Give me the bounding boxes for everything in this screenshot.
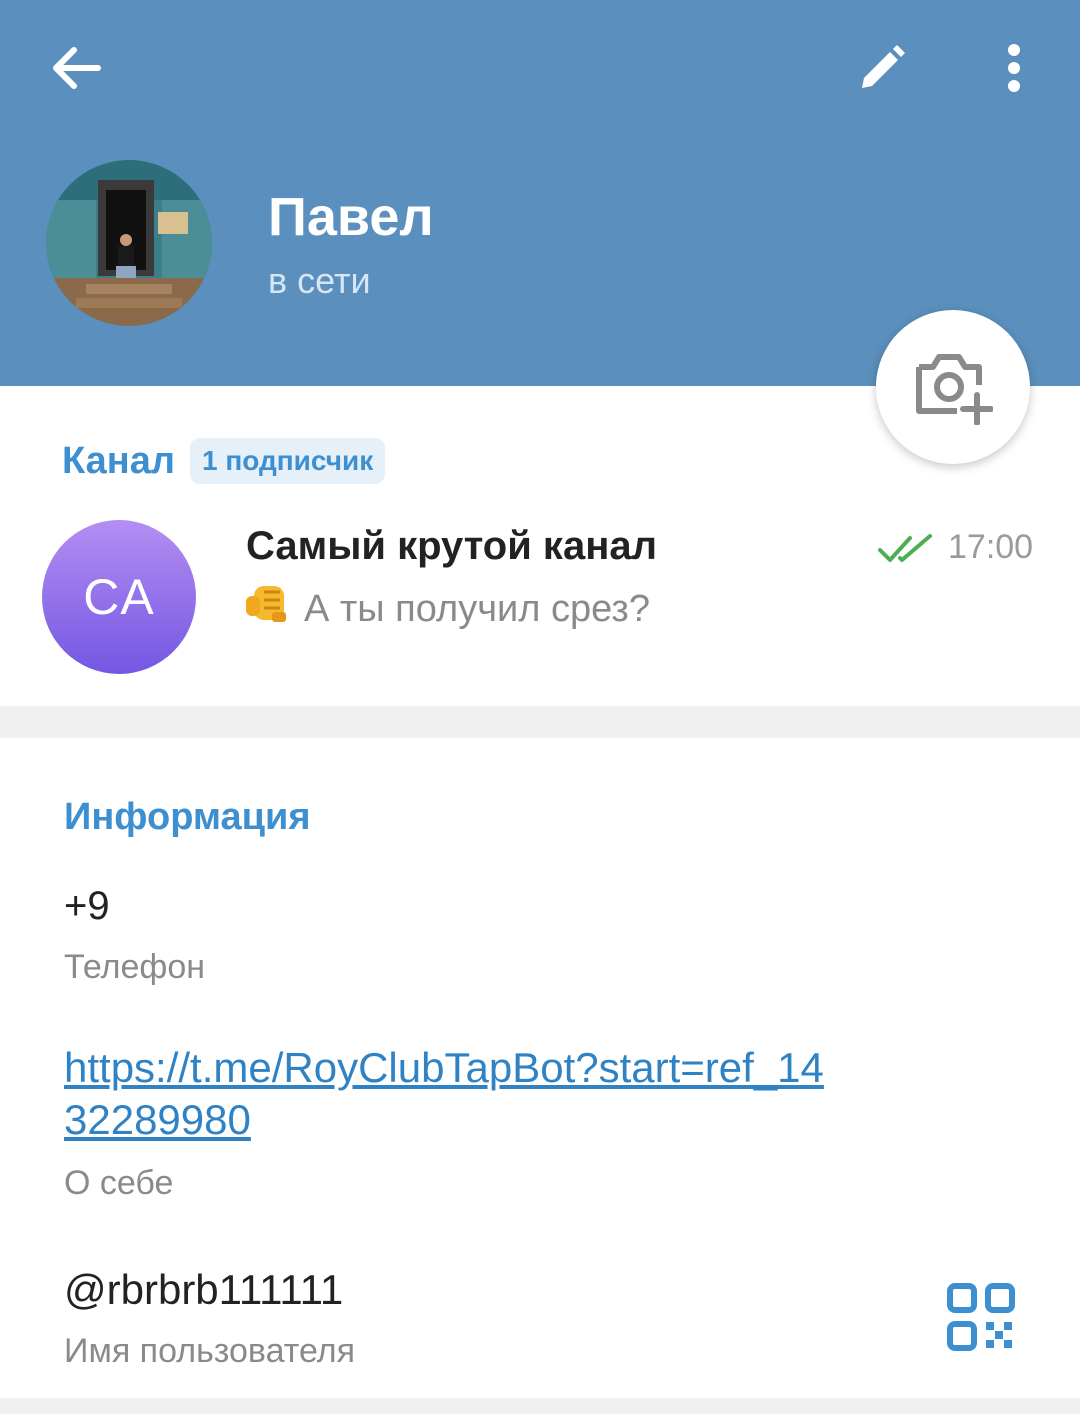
- set-photo-button[interactable]: [876, 310, 1030, 464]
- phone-caption: Телефон: [64, 948, 206, 986]
- online-status: в сети: [268, 260, 371, 301]
- username[interactable]: @rbrbrb111111: [64, 1266, 343, 1314]
- channel-message-time: 17:00: [948, 528, 1034, 566]
- profile-avatar[interactable]: [46, 160, 212, 326]
- channel-last-message-text: А ты получил срез?: [304, 587, 650, 630]
- bio-link[interactable]: https://t.me/RoyClubTapBot?start=ref_143…: [64, 1042, 824, 1146]
- bio-caption: О себе: [64, 1164, 174, 1202]
- back-button[interactable]: [36, 30, 116, 106]
- username-caption: Имя пользователя: [64, 1332, 355, 1370]
- info-section-label: Информация: [64, 796, 311, 838]
- channel-list-item[interactable]: CA Самый крутой канал А ты получил срез?…: [0, 506, 1080, 676]
- profile-name: Павел: [268, 187, 434, 247]
- fist-emoji-icon: [244, 582, 292, 636]
- more-options-button[interactable]: [974, 28, 1054, 108]
- double-check-icon: [878, 532, 934, 569]
- avatar-photo: [46, 160, 212, 326]
- more-vertical-icon: [1008, 44, 1020, 92]
- channel-title: Самый крутой канал: [246, 524, 658, 568]
- edit-button[interactable]: [842, 28, 922, 108]
- channel-section-label: Канал: [62, 440, 176, 482]
- channel-last-message: А ты получил срез?: [244, 582, 650, 636]
- channel-avatar: CA: [42, 520, 196, 674]
- phone-number[interactable]: +9: [64, 884, 110, 929]
- pencil-icon: [862, 45, 905, 88]
- subscribers-badge: 1 подписчик: [190, 438, 386, 484]
- qr-code-button[interactable]: [944, 1280, 1018, 1354]
- camera-add-icon: [916, 354, 993, 425]
- info-section: Информация +9 Телефон https://t.me/RoyCl…: [0, 738, 1080, 1398]
- qr-code-icon: [947, 1283, 1015, 1351]
- arrow-back-icon: [53, 47, 101, 89]
